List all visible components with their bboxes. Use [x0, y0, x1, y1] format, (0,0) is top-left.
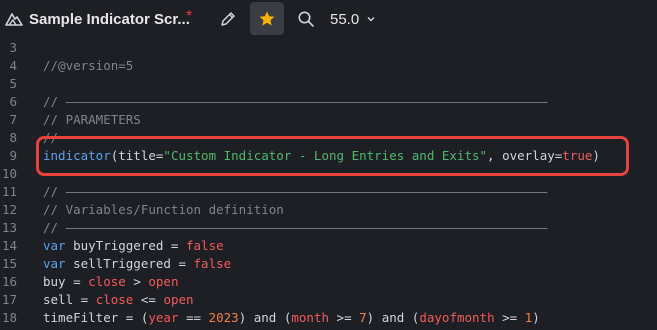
code-text[interactable]: //@version=5: [43, 57, 133, 75]
code-text[interactable]: // —————————————————————————————————————…: [43, 219, 547, 237]
line-number: 18: [1, 310, 17, 325]
code-line[interactable]: 7 // PARAMETERS: [0, 111, 657, 129]
code-text[interactable]: // —————————————————————————————————————…: [43, 93, 547, 111]
pine-logo-icon: [5, 13, 23, 26]
code-token: buyTriggered =: [65, 238, 186, 253]
line-number: 4: [9, 58, 17, 73]
code-token: // —————————————————————————————————————…: [43, 220, 548, 235]
highlight-annotation: [36, 136, 629, 176]
search-icon[interactable]: [297, 10, 315, 28]
line-number: 10: [1, 166, 17, 181]
line-number: 3: [9, 40, 17, 55]
code-token: ): [532, 310, 540, 325]
code-text[interactable]: timeFilter = (year == 2023) and (month >…: [43, 309, 540, 327]
code-line[interactable]: 5: [0, 75, 657, 93]
code-token: 7: [359, 310, 367, 325]
code-text[interactable]: var buyTriggered = false: [43, 237, 224, 255]
line-number: 13: [1, 220, 17, 235]
code-token: // —————————————————————————————————————…: [43, 94, 548, 109]
code-line[interactable]: 15 var sellTriggered = false: [0, 255, 657, 273]
code-token: // —————————————————————————————————————…: [43, 184, 548, 199]
code-line[interactable]: 11 // ———————————————————————————————————…: [0, 183, 657, 201]
code-token: >=: [494, 310, 525, 325]
code-token: //@version=5: [43, 58, 134, 73]
line-number: 6: [9, 94, 17, 109]
code-text[interactable]: // PARAMETERS: [43, 111, 141, 129]
line-number: 7: [9, 112, 17, 127]
star-icon: [259, 11, 275, 26]
code-token: open: [163, 292, 194, 307]
code-token: dayofmonth: [419, 310, 495, 325]
line-number: 11: [1, 184, 17, 199]
code-token: >: [125, 274, 149, 289]
code-text[interactable]: var sellTriggered = false: [43, 255, 231, 273]
code-token: false: [193, 256, 232, 271]
code-token: ) and (: [366, 310, 420, 325]
code-token: false: [186, 238, 224, 253]
code-token: 2023: [208, 310, 239, 325]
code-token: ) and (: [238, 310, 292, 325]
code-token: year: [148, 310, 179, 325]
code-token: var: [43, 238, 66, 253]
line-number: 5: [9, 76, 17, 91]
line-number: 8: [9, 130, 17, 145]
code-line[interactable]: 14 var buyTriggered = false: [0, 237, 657, 255]
code-line[interactable]: 13 // ———————————————————————————————————…: [0, 219, 657, 237]
line-number: 16: [1, 274, 17, 289]
code-editor[interactable]: 3 4 //@version=5 5 6 // —————————————————————…: [0, 38, 657, 330]
unsaved-indicator: *: [186, 8, 193, 25]
chevron-down-icon[interactable]: [366, 14, 376, 24]
code-token: ==: [178, 310, 209, 325]
code-token: month: [291, 310, 330, 325]
code-token: <=: [133, 292, 164, 307]
code-token: open: [148, 274, 179, 289]
favorite-button[interactable]: [250, 2, 284, 35]
zoom-level-dropdown[interactable]: 55.0: [330, 11, 359, 28]
line-number: 17: [1, 292, 17, 307]
code-token: // PARAMETERS: [43, 112, 141, 127]
code-text[interactable]: sell = close <= open: [43, 291, 194, 309]
code-text[interactable]: // Variables/Function definition: [43, 201, 284, 219]
script-title[interactable]: Sample Indicator Scr...: [29, 11, 190, 28]
line-number: 14: [1, 238, 17, 253]
code-token: sellTriggered =: [65, 256, 194, 271]
code-token: close: [95, 292, 134, 307]
code-token: >=: [329, 310, 360, 325]
code-token: var: [43, 256, 66, 271]
code-text[interactable]: // —————————————————————————————————————…: [43, 183, 547, 201]
code-token: // Variables/Function definition: [43, 202, 284, 217]
code-line[interactable]: 17 sell = close <= open: [0, 291, 657, 309]
code-token: timeFilter = (: [43, 310, 149, 325]
code-line[interactable]: 12 // Variables/Function definition: [0, 201, 657, 219]
code-line[interactable]: 16 buy = close > open: [0, 273, 657, 291]
code-token: sell =: [43, 292, 96, 307]
line-number: 15: [1, 256, 17, 271]
code-text[interactable]: buy = close > open: [43, 273, 178, 291]
editor-toolbar: Sample Indicator Scr... * 55.0: [0, 0, 657, 38]
code-token: close: [88, 274, 126, 289]
code-line[interactable]: 18 timeFilter = (year == 2023) and (month…: [0, 309, 657, 327]
code-line[interactable]: 3: [0, 39, 657, 57]
code-line[interactable]: 6 // ————————————————————————————————————…: [0, 93, 657, 111]
code-line[interactable]: 4 //@version=5: [0, 57, 657, 75]
code-token: buy =: [43, 274, 89, 289]
line-number: 12: [1, 202, 17, 217]
line-number: 9: [9, 148, 17, 163]
pencil-icon[interactable]: [219, 10, 237, 28]
